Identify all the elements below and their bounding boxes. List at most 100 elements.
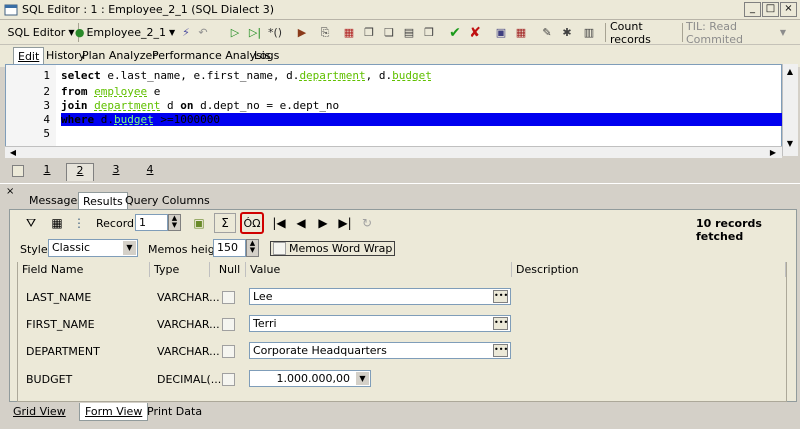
scroll-up-icon[interactable]: ▲ <box>784 66 796 78</box>
first-record-icon[interactable]: |◀ <box>268 213 290 233</box>
sql-editor-dropdown[interactable]: SQL Editor ▼ <box>6 22 76 43</box>
code-line: select e.last_name, e.first_name, d.depa… <box>61 69 432 82</box>
sum-button[interactable]: Σ <box>214 213 236 233</box>
value-field[interactable]: Corporate Headquarters ••• <box>249 342 511 359</box>
page-icon <box>12 165 24 177</box>
record-label: Record: <box>96 217 138 230</box>
database-dropdown[interactable]: ● Employee_2_1 ▼ <box>75 22 175 43</box>
page-tab-4[interactable]: 4 <box>136 163 164 181</box>
last-record-icon[interactable]: ▶| <box>334 213 356 233</box>
chevron-down-icon: ▼ <box>168 28 176 37</box>
close-panel-icon[interactable]: × <box>6 186 14 197</box>
tab-label: Plan Analyzer <box>82 49 157 62</box>
tab-grid-view[interactable]: Grid View <box>8 403 71 421</box>
options-icon[interactable]: ▥ <box>580 22 598 43</box>
memos-height-spinner[interactable]: ▲ ▼ <box>246 239 259 257</box>
line-number: 1 <box>43 69 50 82</box>
special-chars-button[interactable]: ÓΩ <box>240 212 264 234</box>
settings-icon[interactable]: ✱ <box>558 22 576 43</box>
tools-icon[interactable]: ✎ <box>538 22 556 43</box>
scroll-right-icon[interactable]: ▶ <box>767 147 779 159</box>
tab-print-data[interactable]: Print Data <box>142 403 207 421</box>
chevron-down-icon[interactable]: ▼ <box>123 241 136 255</box>
windows-icon[interactable]: ❒ <box>420 22 438 43</box>
rollback-cancel-icon[interactable]: ✘ <box>466 22 484 43</box>
clipboard-icon[interactable]: ▤ <box>400 22 418 43</box>
transaction-icon[interactable]: ⚡ <box>176 22 196 43</box>
execute-icon[interactable]: ▷ <box>226 22 244 43</box>
isolation-dropdown[interactable]: TIL: Read Commited ▼ <box>686 20 786 46</box>
style-select[interactable]: Classic ▼ <box>48 239 138 257</box>
code-text: e <box>147 85 161 98</box>
grid-icon[interactable]: ▣ <box>492 22 510 43</box>
memos-height-input[interactable]: 150 <box>213 239 246 257</box>
sql-editor-area[interactable]: 1 2 3 4 5 select e.last_name, e.first_na… <box>5 64 783 154</box>
plan-icon[interactable]: ⎘ <box>316 22 334 43</box>
editor-vertical-scrollbar[interactable]: ▲ ▼ <box>782 64 798 156</box>
line-number: 2 <box>43 85 50 98</box>
identifier: department <box>299 69 366 82</box>
editor-horizontal-scrollbar[interactable]: ◀ ▶ <box>5 146 782 158</box>
column-header-value[interactable]: Value <box>246 262 512 277</box>
tab-form-view[interactable]: Form View <box>79 403 149 421</box>
format-icon[interactable]: *() <box>266 22 284 43</box>
keyword: on <box>180 99 194 112</box>
value-text: Lee <box>253 290 273 303</box>
null-checkbox[interactable] <box>222 345 235 358</box>
record-spinner[interactable]: ▲ ▼ <box>168 214 181 231</box>
commit-icon[interactable]: ✔ <box>446 22 464 43</box>
filter-icon[interactable]: ⛛ <box>20 213 42 233</box>
table-icon[interactable]: ▦ <box>512 22 530 43</box>
copy-icon[interactable]: ❐ <box>360 22 378 43</box>
maximize-button[interactable]: □ <box>762 2 779 17</box>
column-header-field-name[interactable]: Field Name <box>18 262 150 277</box>
ellipsis-icon[interactable]: ••• <box>493 344 508 357</box>
next-record-icon[interactable]: ▶ <box>312 213 334 233</box>
value-field[interactable]: Terri ••• <box>249 315 511 332</box>
rollback-icon[interactable]: ↶ <box>196 22 210 43</box>
null-checkbox[interactable] <box>222 291 235 304</box>
count-records-button[interactable]: Count records <box>610 20 680 46</box>
null-checkbox[interactable] <box>222 318 235 331</box>
identifier: department <box>94 99 161 112</box>
field-type: DECIMAL(... <box>157 373 222 386</box>
value-field[interactable]: 1.000.000,00 ▼ <box>249 370 371 387</box>
checkbox[interactable] <box>273 242 286 255</box>
refresh-icon[interactable]: ↻ <box>356 213 378 233</box>
stop-icon[interactable]: ▶ <box>292 22 312 43</box>
form-grid <box>17 262 787 402</box>
column-header-null[interactable]: Null <box>210 262 246 277</box>
page-tab-1[interactable]: 1 <box>33 163 61 181</box>
value-field[interactable]: Lee ••• <box>249 288 511 305</box>
copy-table-icon[interactable]: ▣ <box>188 213 210 233</box>
memos-word-wrap-toggle[interactable]: Memos Word Wrap <box>270 241 396 256</box>
paste-icon[interactable]: ❏ <box>380 22 398 43</box>
ellipsis-icon[interactable]: ••• <box>493 290 508 303</box>
scroll-down-icon[interactable]: ▼ <box>784 138 796 150</box>
grid-options-icon[interactable]: ▦ <box>46 213 68 233</box>
page-tab-2[interactable]: 2 <box>66 163 94 181</box>
value-text: 1.000.000,00 <box>276 372 350 385</box>
tab-label: Grid View <box>13 405 66 418</box>
execute-step-icon[interactable]: ▷| <box>246 22 264 43</box>
record-input[interactable]: 1 <box>135 214 168 231</box>
chevron-down-icon: ▼ <box>68 28 75 37</box>
column-header-type[interactable]: Type <box>150 262 210 277</box>
scroll-left-icon[interactable]: ◀ <box>7 147 19 159</box>
page-tab-3[interactable]: 3 <box>102 163 130 181</box>
prev-record-icon[interactable]: ◀ <box>290 213 312 233</box>
field-name: LAST_NAME <box>26 291 92 304</box>
minimize-button[interactable]: _ <box>744 2 761 17</box>
column-header-description[interactable]: Description <box>512 262 786 277</box>
identifier: budget <box>114 113 154 126</box>
field-type: VARCHAR... <box>157 291 220 304</box>
navigator-icon[interactable]: ⋮ <box>68 213 90 233</box>
null-checkbox[interactable] <box>222 373 235 386</box>
close-button[interactable]: × <box>780 2 797 17</box>
ellipsis-icon[interactable]: ••• <box>493 317 508 330</box>
field-type: VARCHAR... <box>157 318 220 331</box>
tab-query-columns[interactable]: Query Columns <box>121 192 214 210</box>
chevron-down-icon[interactable]: ▼ <box>356 372 369 385</box>
export-icon[interactable]: ▦ <box>340 22 358 43</box>
memos-word-wrap-label: Memos Word Wrap <box>289 242 393 255</box>
